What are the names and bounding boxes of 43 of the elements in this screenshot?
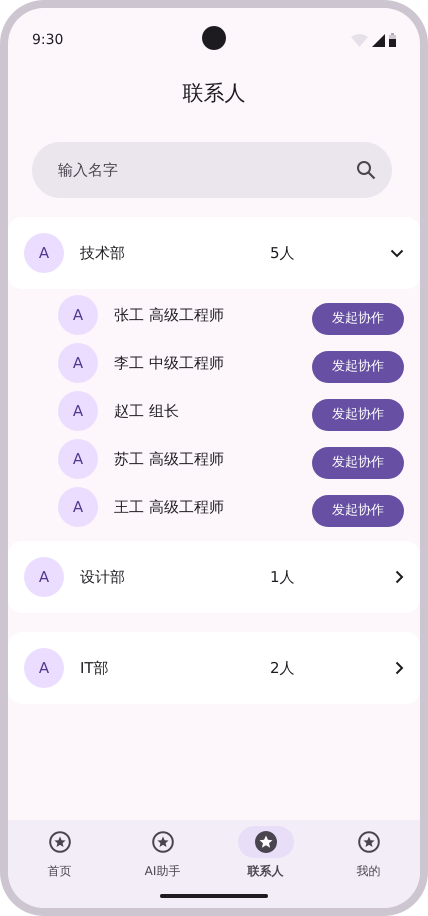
group-header[interactable]: A 技术部 5人 — [8, 217, 420, 289]
contact-name: 张工 高级工程师 — [114, 304, 225, 326]
search-field[interactable]: 输入名字 — [32, 142, 392, 198]
group-name: IT部 — [80, 658, 110, 679]
chevron-right-icon[interactable] — [395, 570, 404, 584]
nav-label: 首页 — [48, 863, 72, 880]
collaborate-button[interactable]: 发起协作 — [312, 495, 404, 527]
status-time: 9:30 — [32, 30, 64, 50]
battery-icon — [389, 33, 396, 47]
search-icon[interactable] — [356, 160, 376, 180]
contact-name: 王工 高级工程师 — [114, 496, 225, 518]
camera-cutout — [202, 26, 226, 50]
nav-label: 我的 — [356, 863, 380, 880]
member-count: 5人 — [270, 242, 296, 264]
chevron-down-icon[interactable] — [390, 248, 404, 258]
avatar: A — [24, 648, 64, 688]
page-title: 联系人 — [182, 80, 246, 107]
group-header[interactable]: A 设计部 1人 — [8, 541, 420, 613]
avatar: A — [24, 233, 64, 273]
avatar: A — [58, 343, 98, 383]
collaborate-button[interactable]: 发起协作 — [312, 447, 404, 479]
nav-tab[interactable] — [238, 826, 294, 858]
avatar: A — [58, 295, 98, 335]
avatar: A — [58, 487, 98, 527]
chevron-right-icon[interactable] — [395, 661, 404, 675]
nav-label: AI助手 — [144, 863, 180, 880]
member-count: 2人 — [270, 658, 296, 679]
group-header[interactable]: A IT部 2人 — [8, 632, 420, 704]
nav-label: 联系人 — [248, 863, 284, 880]
collaborate-button[interactable]: 发起协作 — [312, 351, 404, 383]
contact-name: 苏工 高级工程师 — [114, 448, 225, 470]
contact-name: 赵工 组长 — [114, 400, 180, 422]
group-name: 设计部 — [80, 566, 126, 588]
collaborate-button[interactable]: 发起协作 — [312, 399, 404, 431]
group-name: 技术部 — [80, 242, 126, 264]
member-count: 1人 — [270, 566, 296, 588]
signal-icon — [372, 34, 385, 46]
search-input[interactable]: 输入名字 — [56, 158, 356, 182]
avatar: A — [58, 439, 98, 479]
avatar: A — [24, 557, 64, 597]
avatar: A — [58, 391, 98, 431]
collaborate-button[interactable]: 发起协作 — [312, 303, 404, 335]
contact-name: 李工 中级工程师 — [114, 352, 225, 374]
